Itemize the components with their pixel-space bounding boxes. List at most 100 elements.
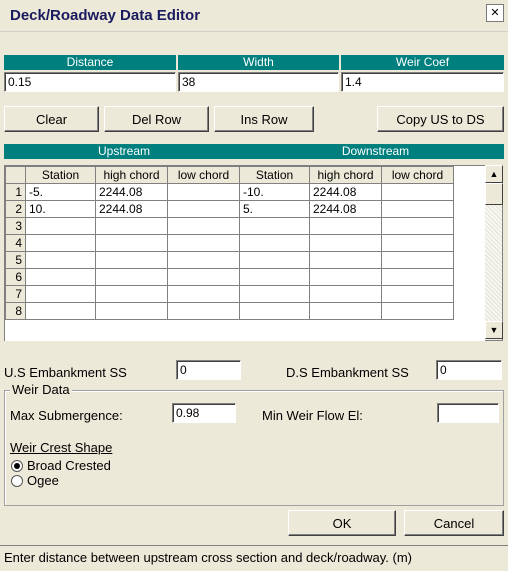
upstream-header: Upstream [97,144,150,158]
grid-cell[interactable] [167,200,240,218]
ogee-label[interactable]: Ogee [27,473,59,488]
grid-cell[interactable]: 5. [239,200,310,218]
max-submergence-input[interactable]: 0.98 [172,403,236,423]
ins-row-button[interactable]: Ins Row [214,106,314,132]
grid-cell[interactable] [239,285,310,303]
grid-cell[interactable]: 10. [25,200,96,218]
close-icon[interactable]: ✕ [486,4,504,22]
row-number[interactable]: 6 [5,268,26,286]
grid-cell[interactable] [95,302,168,320]
width-input[interactable]: 38 [178,72,339,92]
row-number[interactable]: 1 [5,183,26,201]
table-row: 3 [5,217,454,235]
del-row-button[interactable]: Del Row [104,106,209,132]
grid-cell[interactable] [167,285,240,303]
grid-cell[interactable] [95,285,168,303]
grid-cell[interactable] [25,302,96,320]
copy-us-to-ds-button[interactable]: Copy US to DS [377,106,504,132]
grid-cell[interactable] [167,217,240,235]
table-row: 2 10. 2244.08 5. 2244.08 [5,200,454,218]
down-arrow-icon[interactable]: ▼ [485,321,503,339]
grid-cell[interactable] [381,217,454,235]
radio-selected-dot [14,463,20,469]
row-number[interactable]: 4 [5,234,26,252]
column-header: low chord [167,166,240,184]
grid-cell[interactable] [25,251,96,269]
grid-cell[interactable] [25,234,96,252]
broad-crested-label[interactable]: Broad Crested [27,458,111,473]
grid-cell[interactable] [309,251,382,269]
station-chord-table: Station high chord low chord Station hig… [5,166,454,320]
grid-cell[interactable]: -10. [239,183,310,201]
grid-cell[interactable] [381,285,454,303]
grid-cell[interactable] [309,302,382,320]
row-number[interactable]: 7 [5,285,26,303]
grid-cell[interactable] [167,268,240,286]
distance-header: Distance [4,55,176,70]
grid-cell[interactable] [381,302,454,320]
broad-crested-radio[interactable] [11,460,23,472]
grid-cell[interactable] [95,268,168,286]
clear-button[interactable]: Clear [4,106,99,132]
grid-cell[interactable] [25,217,96,235]
grid-cell[interactable] [309,285,382,303]
row-number[interactable]: 8 [5,302,26,320]
grid-cell[interactable]: 2244.08 [95,183,168,201]
grid-cell[interactable] [239,234,310,252]
grid-cell[interactable]: -5. [25,183,96,201]
column-header: high chord [95,166,168,184]
grid-cell[interactable] [167,234,240,252]
grid-cell[interactable] [25,268,96,286]
ds-embankment-input[interactable]: 0 [436,360,502,380]
scroll-thumb[interactable] [485,183,503,205]
cancel-button[interactable]: Cancel [404,510,504,536]
grid-cell[interactable] [309,268,382,286]
us-embankment-input[interactable]: 0 [176,360,241,380]
weir-data-title: Weir Data [10,382,72,397]
grid-cell[interactable] [95,234,168,252]
grid-cell[interactable] [239,251,310,269]
grid-cell[interactable] [239,268,310,286]
table-row: 6 [5,268,454,286]
grid-cell[interactable] [167,302,240,320]
grid-vertical-scrollbar[interactable]: ▲ ▼ [485,165,503,341]
distance-input[interactable]: 0.15 [4,72,176,92]
grid-cell[interactable] [309,234,382,252]
weir-coef-input[interactable]: 1.4 [341,72,504,92]
station-chord-grid[interactable]: Station high chord low chord Station hig… [4,165,485,341]
min-weir-flow-label: Min Weir Flow El: [262,408,363,423]
downstream-header: Downstream [341,144,410,158]
grid-cell[interactable] [381,183,454,201]
row-number[interactable]: 3 [5,217,26,235]
grid-cell[interactable] [239,217,310,235]
ds-embankment-label: D.S Embankment SS [286,365,409,380]
grid-cell[interactable] [95,217,168,235]
row-number-header [5,166,26,184]
ok-button[interactable]: OK [288,510,396,536]
table-row: 4 [5,234,454,252]
grid-cell[interactable] [95,251,168,269]
min-weir-flow-input[interactable] [437,403,499,423]
table-row: 5 [5,251,454,269]
row-number[interactable]: 5 [5,251,26,269]
grid-cell[interactable] [381,268,454,286]
ogee-radio[interactable] [11,475,23,487]
title-bar: Deck/Roadway Data Editor ✕ [0,0,508,32]
grid-cell[interactable]: 2244.08 [309,200,382,218]
grid-cell[interactable]: 2244.08 [309,183,382,201]
max-submergence-label: Max Submergence: [10,408,123,423]
grid-cell[interactable] [239,302,310,320]
row-number[interactable]: 2 [5,200,26,218]
grid-cell[interactable] [309,217,382,235]
grid-cell[interactable] [167,183,240,201]
column-header: low chord [381,166,454,184]
grid-cell[interactable] [381,251,454,269]
us-embankment-label: U.S Embankment SS [4,365,127,380]
window-title: Deck/Roadway Data Editor [10,7,201,24]
up-arrow-icon[interactable]: ▲ [485,165,503,183]
grid-cell[interactable] [381,200,454,218]
grid-cell[interactable] [167,251,240,269]
grid-cell[interactable] [25,285,96,303]
grid-cell[interactable] [381,234,454,252]
grid-cell[interactable]: 2244.08 [95,200,168,218]
